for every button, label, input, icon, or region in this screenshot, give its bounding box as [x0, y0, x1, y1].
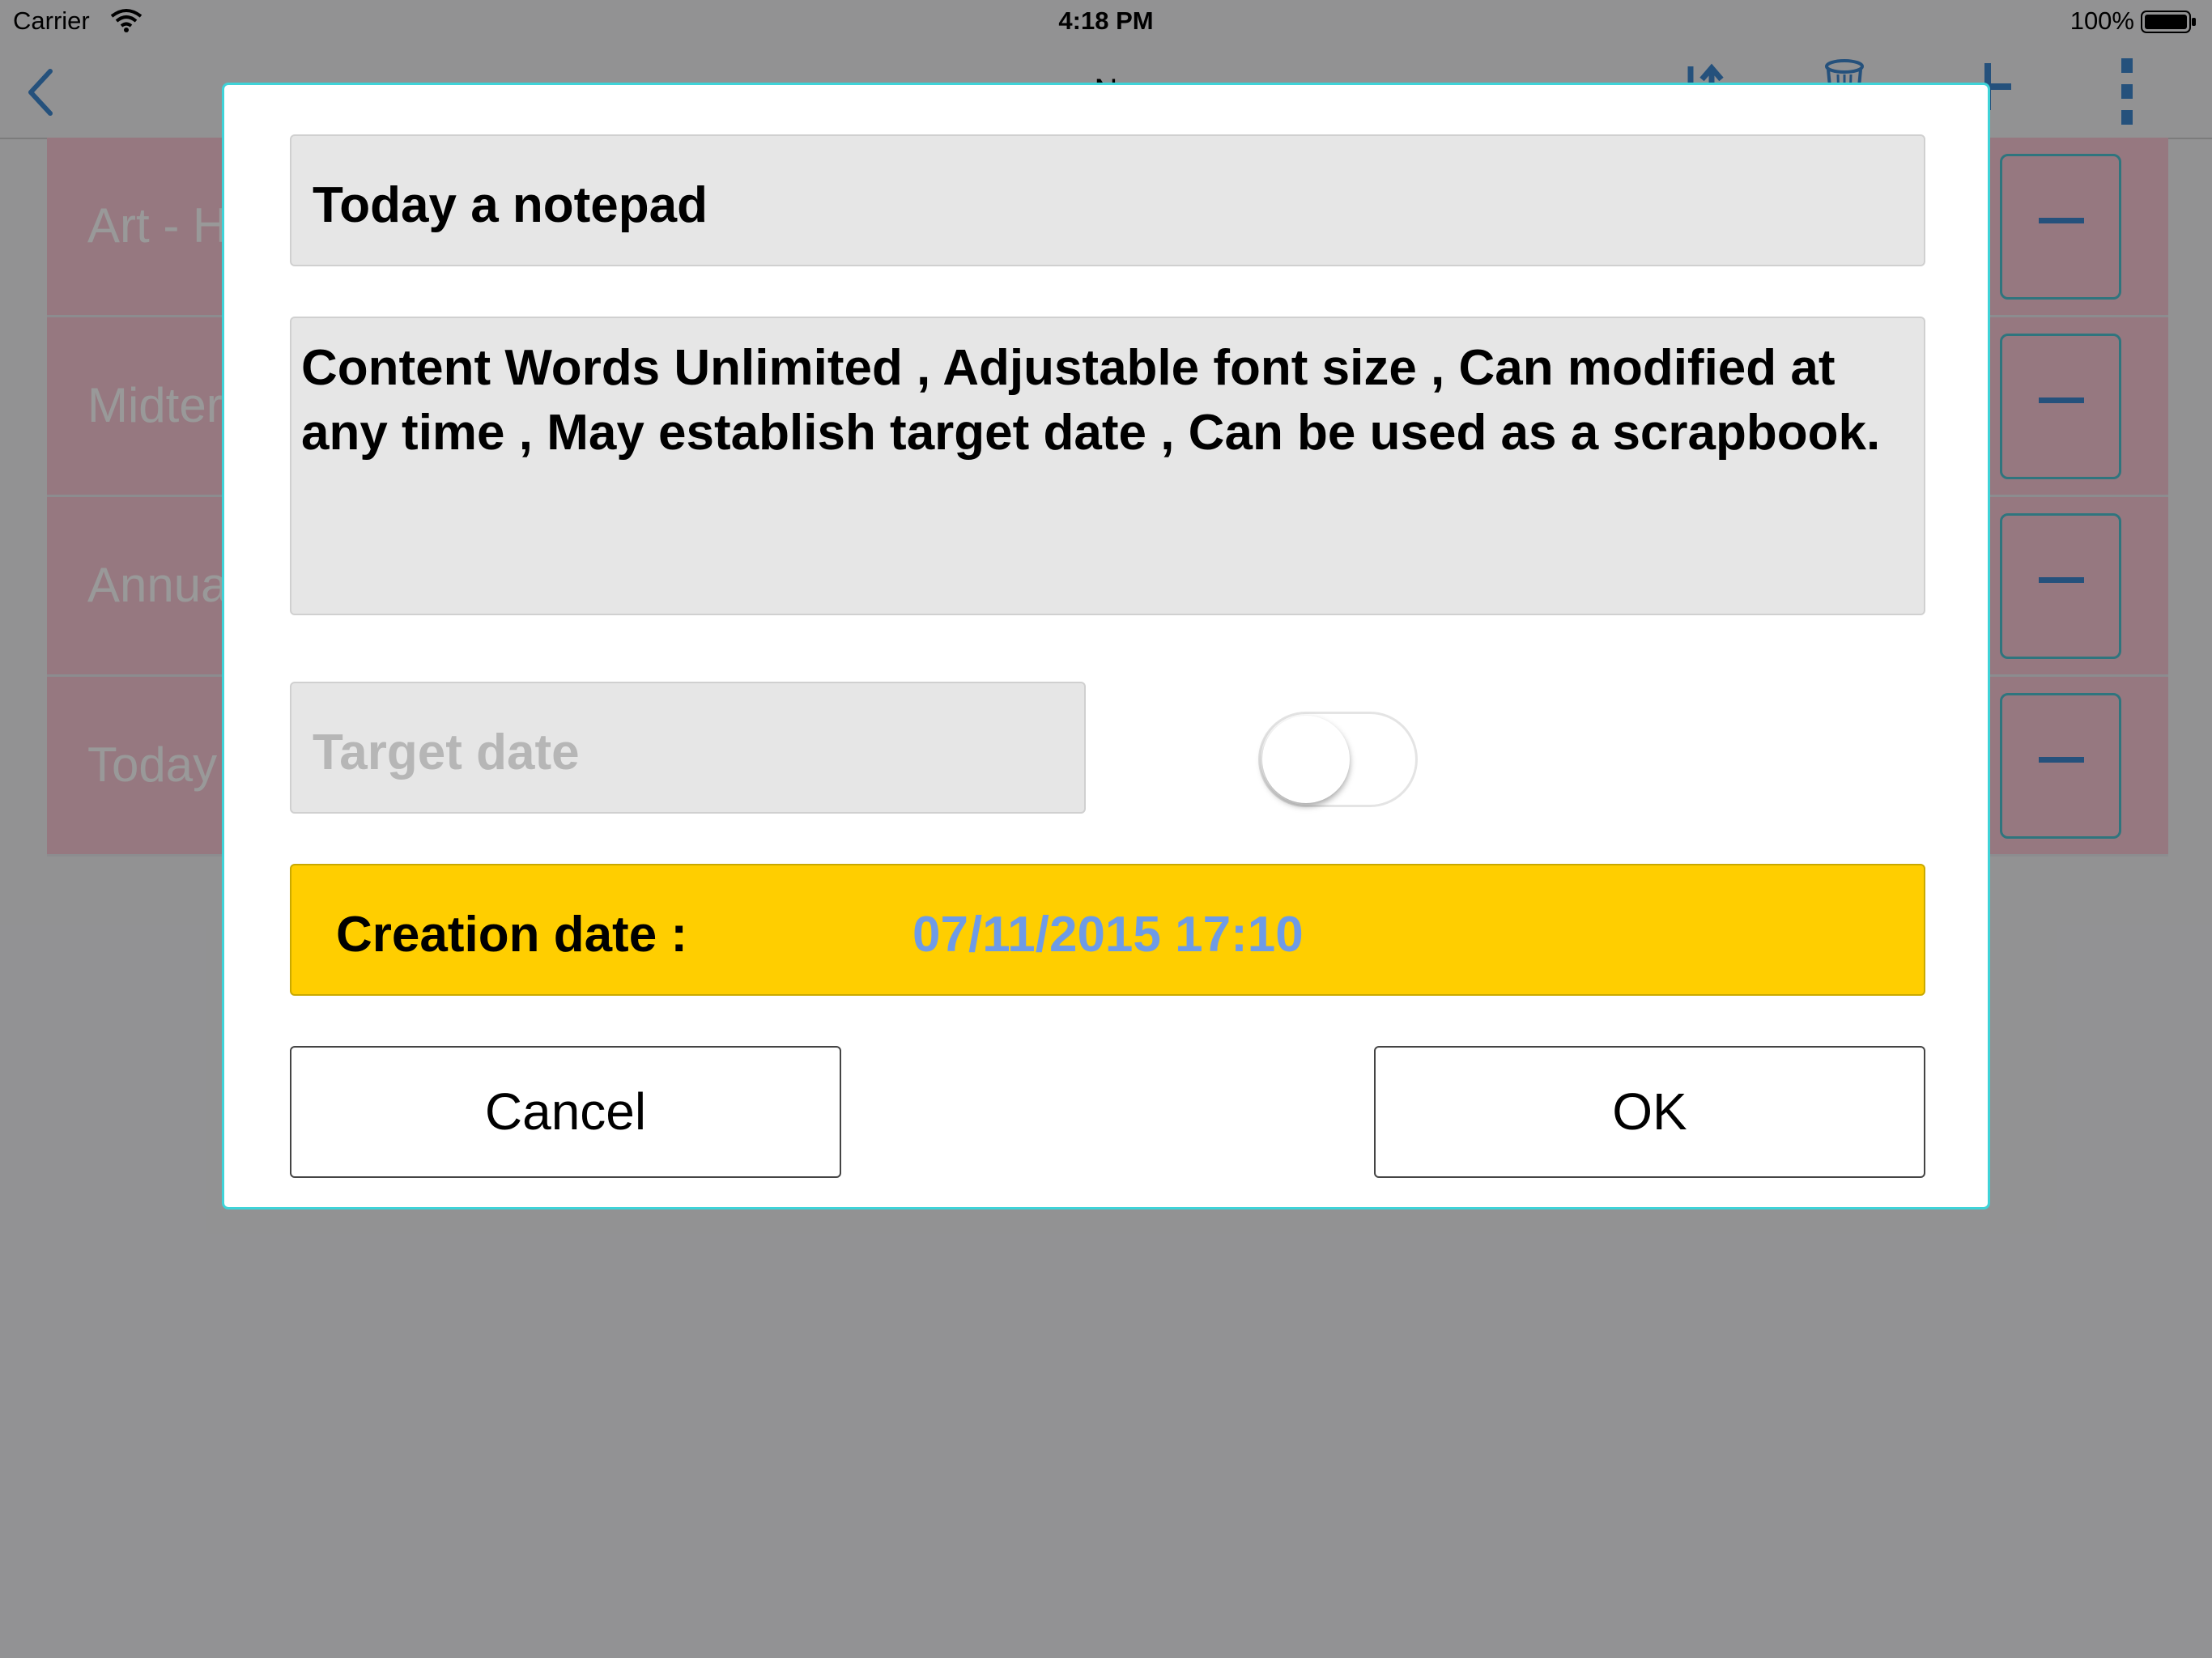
creation-date-label: Creation date :	[336, 907, 688, 963]
ok-button[interactable]: OK	[1374, 1046, 1925, 1178]
target-date-field[interactable]: Target date	[290, 682, 1086, 814]
creation-date-bar: Creation date : 07/11/2015 17:10	[290, 864, 1925, 996]
note-edit-dialog: Today a notepad Content Words Unlimited …	[222, 83, 1990, 1209]
note-title-field[interactable]: Today a notepad	[290, 134, 1925, 266]
cancel-button[interactable]: Cancel	[290, 1046, 841, 1178]
creation-date-value: 07/11/2015 17:10	[912, 907, 1304, 963]
note-content-field[interactable]: Content Words Unlimited , Adjustable fon…	[290, 317, 1925, 615]
app-screen: Carrier 4:18 PM 100% N	[0, 0, 2212, 1658]
toggle-knob	[1262, 716, 1350, 803]
target-date-toggle[interactable]	[1258, 712, 1418, 807]
